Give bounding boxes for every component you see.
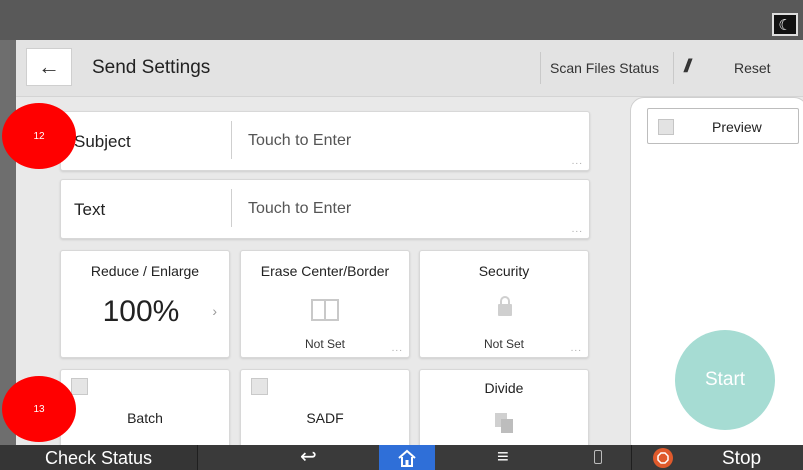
erase-title: Erase Center/Border (260, 263, 390, 279)
more-indicator: ... (571, 224, 583, 235)
slash-icon: // (684, 56, 691, 76)
text-field[interactable]: Text Touch to Enter ... (60, 179, 590, 239)
bottom-bar: Check Status ↩ ≡ Stop (0, 445, 803, 470)
right-panel: Preview Start (628, 97, 803, 457)
annotation-badge: 12 (2, 103, 76, 169)
chevron-right-icon: › (212, 303, 217, 319)
reduce-enlarge-tile[interactable]: Reduce / Enlarge 100% › (60, 250, 230, 358)
settings-area: Subject Touch to Enter ... Text Touch to… (16, 97, 628, 445)
scan-files-status-button[interactable]: Scan Files Status (550, 60, 659, 76)
subject-field[interactable]: Subject Touch to Enter ... (60, 111, 590, 171)
bottom-divider (197, 445, 198, 470)
divide-tile[interactable]: Divide (419, 369, 589, 445)
header-divider (540, 52, 541, 84)
security-status: Not Set (483, 337, 525, 351)
page-title: Send Settings (92, 57, 211, 78)
preview-start-card: Preview Start (630, 97, 803, 457)
back-arrow-icon: ← (38, 54, 60, 79)
system-top-bar: ☾ (0, 0, 803, 40)
text-value: Touch to Enter (248, 200, 352, 217)
subject-label: Subject (74, 132, 131, 151)
annotation-badge: 13 (2, 376, 76, 442)
security-title: Security (478, 263, 530, 279)
menu-icon[interactable]: ≡ (497, 445, 509, 470)
subject-value: Touch to Enter (248, 132, 352, 149)
header-divider (673, 52, 674, 84)
sadf-checkbox[interactable] (251, 378, 268, 395)
stop-icon[interactable] (653, 448, 673, 468)
moon-icon[interactable]: ☾ (772, 13, 798, 36)
field-divider (231, 189, 232, 227)
field-divider (231, 121, 232, 159)
home-button[interactable] (379, 445, 435, 470)
return-icon[interactable]: ↩ (300, 445, 317, 470)
lock-icon (497, 295, 513, 322)
preview-button[interactable]: Preview (647, 108, 799, 144)
erase-center-border-tile[interactable]: Erase Center/Border Not Set ... (240, 250, 410, 358)
start-button[interactable]: Start (675, 330, 775, 430)
data-icon (594, 450, 602, 464)
check-status-button[interactable]: Check Status (0, 445, 197, 470)
start-label: Start (704, 369, 746, 390)
more-indicator: ... (570, 343, 582, 354)
erase-status: Not Set (304, 337, 346, 351)
divide-pages-icon (494, 412, 514, 439)
more-indicator: ... (391, 343, 403, 354)
security-tile[interactable]: Security Not Set ... (419, 250, 589, 358)
zoom-value: 100% (102, 295, 180, 328)
preview-label: Preview (712, 119, 762, 135)
back-button[interactable]: ← (26, 48, 72, 86)
batch-label: Batch (127, 410, 163, 426)
preview-checkbox[interactable] (658, 119, 674, 135)
sadf-tile[interactable]: SADF (240, 369, 410, 445)
reset-button[interactable]: Reset (734, 60, 771, 76)
divide-title: Divide (484, 380, 524, 396)
erase-frame-icon (311, 299, 339, 326)
bottom-divider (631, 445, 632, 470)
batch-checkbox[interactable] (71, 378, 88, 395)
sadf-label: SADF (306, 410, 344, 426)
header-bar: ← Send Settings Scan Files Status // Res… (16, 40, 803, 97)
text-label: Text (74, 200, 106, 219)
reduce-enlarge-title: Reduce / Enlarge (90, 263, 200, 279)
stop-button[interactable]: Stop (722, 445, 761, 470)
home-icon (398, 449, 416, 467)
more-indicator: ... (571, 156, 583, 167)
batch-tile[interactable]: Batch (60, 369, 230, 445)
